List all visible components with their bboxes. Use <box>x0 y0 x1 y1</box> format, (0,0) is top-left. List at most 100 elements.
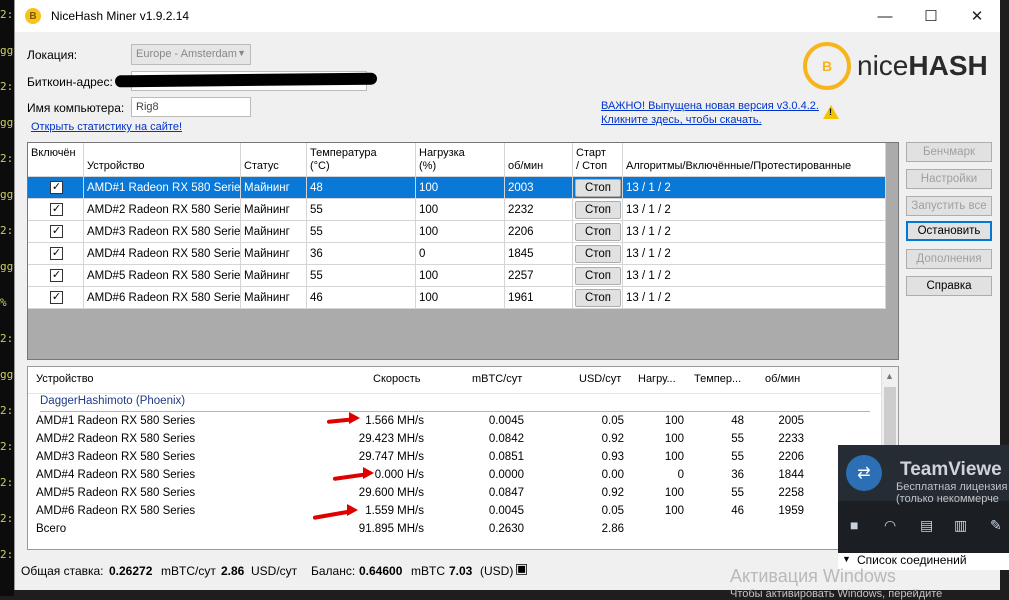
device-device-cell: AMD#1 Radeon RX 580 Series <box>84 177 241 199</box>
mcol-temp[interactable]: Темпер... <box>694 373 741 385</box>
stop-device-button[interactable]: Стоп <box>575 179 621 197</box>
device-row[interactable]: ✓ AMD#4 Radeon RX 580 Series Майнинг 36 0 184… <box>28 243 886 265</box>
mining-usd-cell: 0.92 <box>601 433 624 445</box>
chat-icon[interactable]: ▤ <box>920 517 933 534</box>
col-load[interactable]: Нагрузка (%) <box>416 143 505 177</box>
mining-temp-cell: 36 <box>731 469 744 481</box>
bitcoin-address-label: Биткоин-адрес: <box>27 75 113 89</box>
stats-link[interactable]: Открыть статистику на сайте! <box>31 121 182 133</box>
enabled-checkbox[interactable]: ✓ <box>50 291 63 304</box>
warning-icon: ! <box>823 105 839 119</box>
mining-rpm-cell: 2233 <box>778 433 804 445</box>
start-all-button[interactable]: Запустить все <box>906 196 992 216</box>
balance-usd: 7.03 <box>449 564 473 578</box>
col-temperature[interactable]: Температура (°C) <box>307 143 416 177</box>
stop-device-button[interactable]: Стоп <box>575 223 621 241</box>
total-mbtc: 0.2630 <box>488 523 524 535</box>
mining-load-cell: 100 <box>664 451 684 463</box>
mining-device-cell: AMD#5 Radeon RX 580 Series <box>36 487 196 499</box>
enabled-checkbox[interactable]: ✓ <box>50 225 63 238</box>
device-temp-cell: 55 <box>307 221 416 243</box>
terminal-line: 2: <box>0 440 14 453</box>
background-terminal: 2: gge 2: gge 2: gge 2: gge% 2: gge 2: 2: 2: 2: 2: <box>0 0 14 596</box>
computer-name-label: Имя компьютера: <box>27 101 125 115</box>
device-rpm-cell: 2232 <box>505 199 573 221</box>
total-rate-usd-unit: USD/сут <box>251 564 298 578</box>
terminal-line: 2: <box>0 8 14 21</box>
file-transfer-icon[interactable]: ▥ <box>954 517 967 534</box>
update-link-line1[interactable]: ВАЖНО! Выпущена новая версия v3.0.4.2. <box>601 100 819 112</box>
col-device[interactable]: Устройство <box>84 143 241 177</box>
terminal-line: 2: <box>0 80 14 93</box>
device-row[interactable]: ✓ AMD#1 Radeon RX 580 Series Майнинг 48 100 2… <box>28 177 886 199</box>
annotation-arrowhead-1 <box>349 412 360 424</box>
mcol-device[interactable]: Устройство <box>36 373 94 385</box>
device-row[interactable]: ✓ AMD#5 Radeon RX 580 Series Майнинг 55 100 2… <box>28 265 886 287</box>
total-usd: 2.86 <box>601 523 624 535</box>
stop-device-button[interactable]: Стоп <box>575 245 621 263</box>
col-algorithms[interactable]: Алгоритмы/Включённые/Протестированные <box>623 143 886 177</box>
addons-button[interactable]: Дополнения <box>906 249 992 269</box>
computer-name-input[interactable]: Rig8 <box>131 97 251 117</box>
balance-label: Баланс: <box>311 564 356 578</box>
enabled-cell: ✓ <box>28 243 84 265</box>
mcol-rpm[interactable]: об/мин <box>765 373 800 385</box>
enabled-checkbox[interactable]: ✓ <box>50 181 63 194</box>
enabled-checkbox[interactable]: ✓ <box>50 247 63 260</box>
benchmark-button[interactable]: Бенчмарк <box>906 142 992 162</box>
device-status-cell: Майнинг <box>241 199 307 221</box>
stop-all-button[interactable]: Остановить <box>906 221 992 241</box>
mining-row[interactable]: AMD#5 Radeon RX 580 Series 29.600 MH/s 0.0… <box>28 485 884 503</box>
device-row[interactable]: ✓ AMD#3 Radeon RX 580 Series Майнинг 55 100 2… <box>28 221 886 243</box>
mining-row[interactable]: AMD#2 Radeon RX 580 Series 29.423 MH/s 0.0… <box>28 431 884 449</box>
mcol-load[interactable]: Нагру... <box>638 373 676 385</box>
camera-icon[interactable]: ■ <box>850 517 858 533</box>
col-start-stop[interactable]: Старт / Стоп <box>573 143 623 177</box>
headset-icon[interactable]: ◠ <box>884 517 896 534</box>
device-temp-cell: 55 <box>307 265 416 287</box>
close-button[interactable]: ✕ <box>954 0 1000 32</box>
maximize-button[interactable]: ☐ <box>908 0 954 32</box>
device-algos-cell: 13 / 1 / 2 <box>623 243 886 265</box>
device-row[interactable]: ✓ AMD#6 Radeon RX 580 Series Майнинг 46 100 1… <box>28 287 886 309</box>
mining-device-cell: AMD#2 Radeon RX 580 Series <box>36 433 196 445</box>
mining-row[interactable]: AMD#4 Radeon RX 580 Series 0.000 H/s 0.000… <box>28 467 884 485</box>
mining-row[interactable]: AMD#6 Radeon RX 580 Series 1.559 MH/s 0.00… <box>28 503 884 521</box>
mcol-speed[interactable]: Скорость <box>373 373 421 385</box>
mining-speed-cell: 29.747 MH/s <box>358 451 424 463</box>
col-rpm[interactable]: об/мин <box>505 143 573 177</box>
minimize-button[interactable]: — <box>862 0 908 32</box>
help-button[interactable]: Справка <box>906 276 992 296</box>
location-select[interactable]: Europe - Amsterdam ▼ <box>131 44 251 65</box>
stop-device-button[interactable]: Стоп <box>575 289 621 307</box>
mining-row[interactable]: AMD#3 Radeon RX 580 Series 29.747 MH/s 0.0… <box>28 449 884 467</box>
mcol-mbtc[interactable]: mBTC/сут <box>472 373 522 385</box>
mining-load-cell: 100 <box>664 487 684 499</box>
mining-speed-cell: 29.600 MH/s <box>358 487 424 499</box>
balance-value: 0.64600 <box>359 564 403 578</box>
device-algos-cell: 13 / 1 / 2 <box>623 199 886 221</box>
scroll-up-icon[interactable]: ▲ <box>885 371 894 381</box>
chevron-down-icon: ▼ <box>237 48 246 58</box>
stop-device-button[interactable]: Стоп <box>575 267 621 285</box>
stop-device-button[interactable]: Стоп <box>575 201 621 219</box>
mining-row[interactable]: AMD#1 Radeon RX 580 Series 1.566 MH/s 0.00… <box>28 413 884 431</box>
tools-icon[interactable]: ✎ <box>990 517 1002 534</box>
device-rpm-cell: 1961 <box>505 287 573 309</box>
update-link-line2[interactable]: Кликните здесь, чтобы скачать. <box>601 114 762 126</box>
windows-activation-hint: Чтобы активировать Windows, перейдите <box>730 588 943 600</box>
total-label: Всего <box>36 523 67 535</box>
device-algos-cell: 13 / 1 / 2 <box>623 265 886 287</box>
mining-mbtc-cell: 0.0851 <box>488 451 524 463</box>
teamviewer-license-note: (только некоммерче <box>896 493 999 505</box>
device-temp-cell: 46 <box>307 287 416 309</box>
settings-button[interactable]: Настройки <box>906 169 992 189</box>
col-status[interactable]: Статус <box>241 143 307 177</box>
col-enabled[interactable]: Включён <box>28 143 84 177</box>
enabled-checkbox[interactable]: ✓ <box>50 203 63 216</box>
wallet-icon[interactable]: ▣ <box>515 560 528 577</box>
device-row[interactable]: ✓ AMD#2 Radeon RX 580 Series Майнинг 55 100 2… <box>28 199 886 221</box>
title-bar: B NiceHash Miner v1.9.2.14 — ☐ ✕ <box>15 0 1000 32</box>
enabled-checkbox[interactable]: ✓ <box>50 269 63 282</box>
mcol-usd[interactable]: USD/сут <box>579 373 621 385</box>
